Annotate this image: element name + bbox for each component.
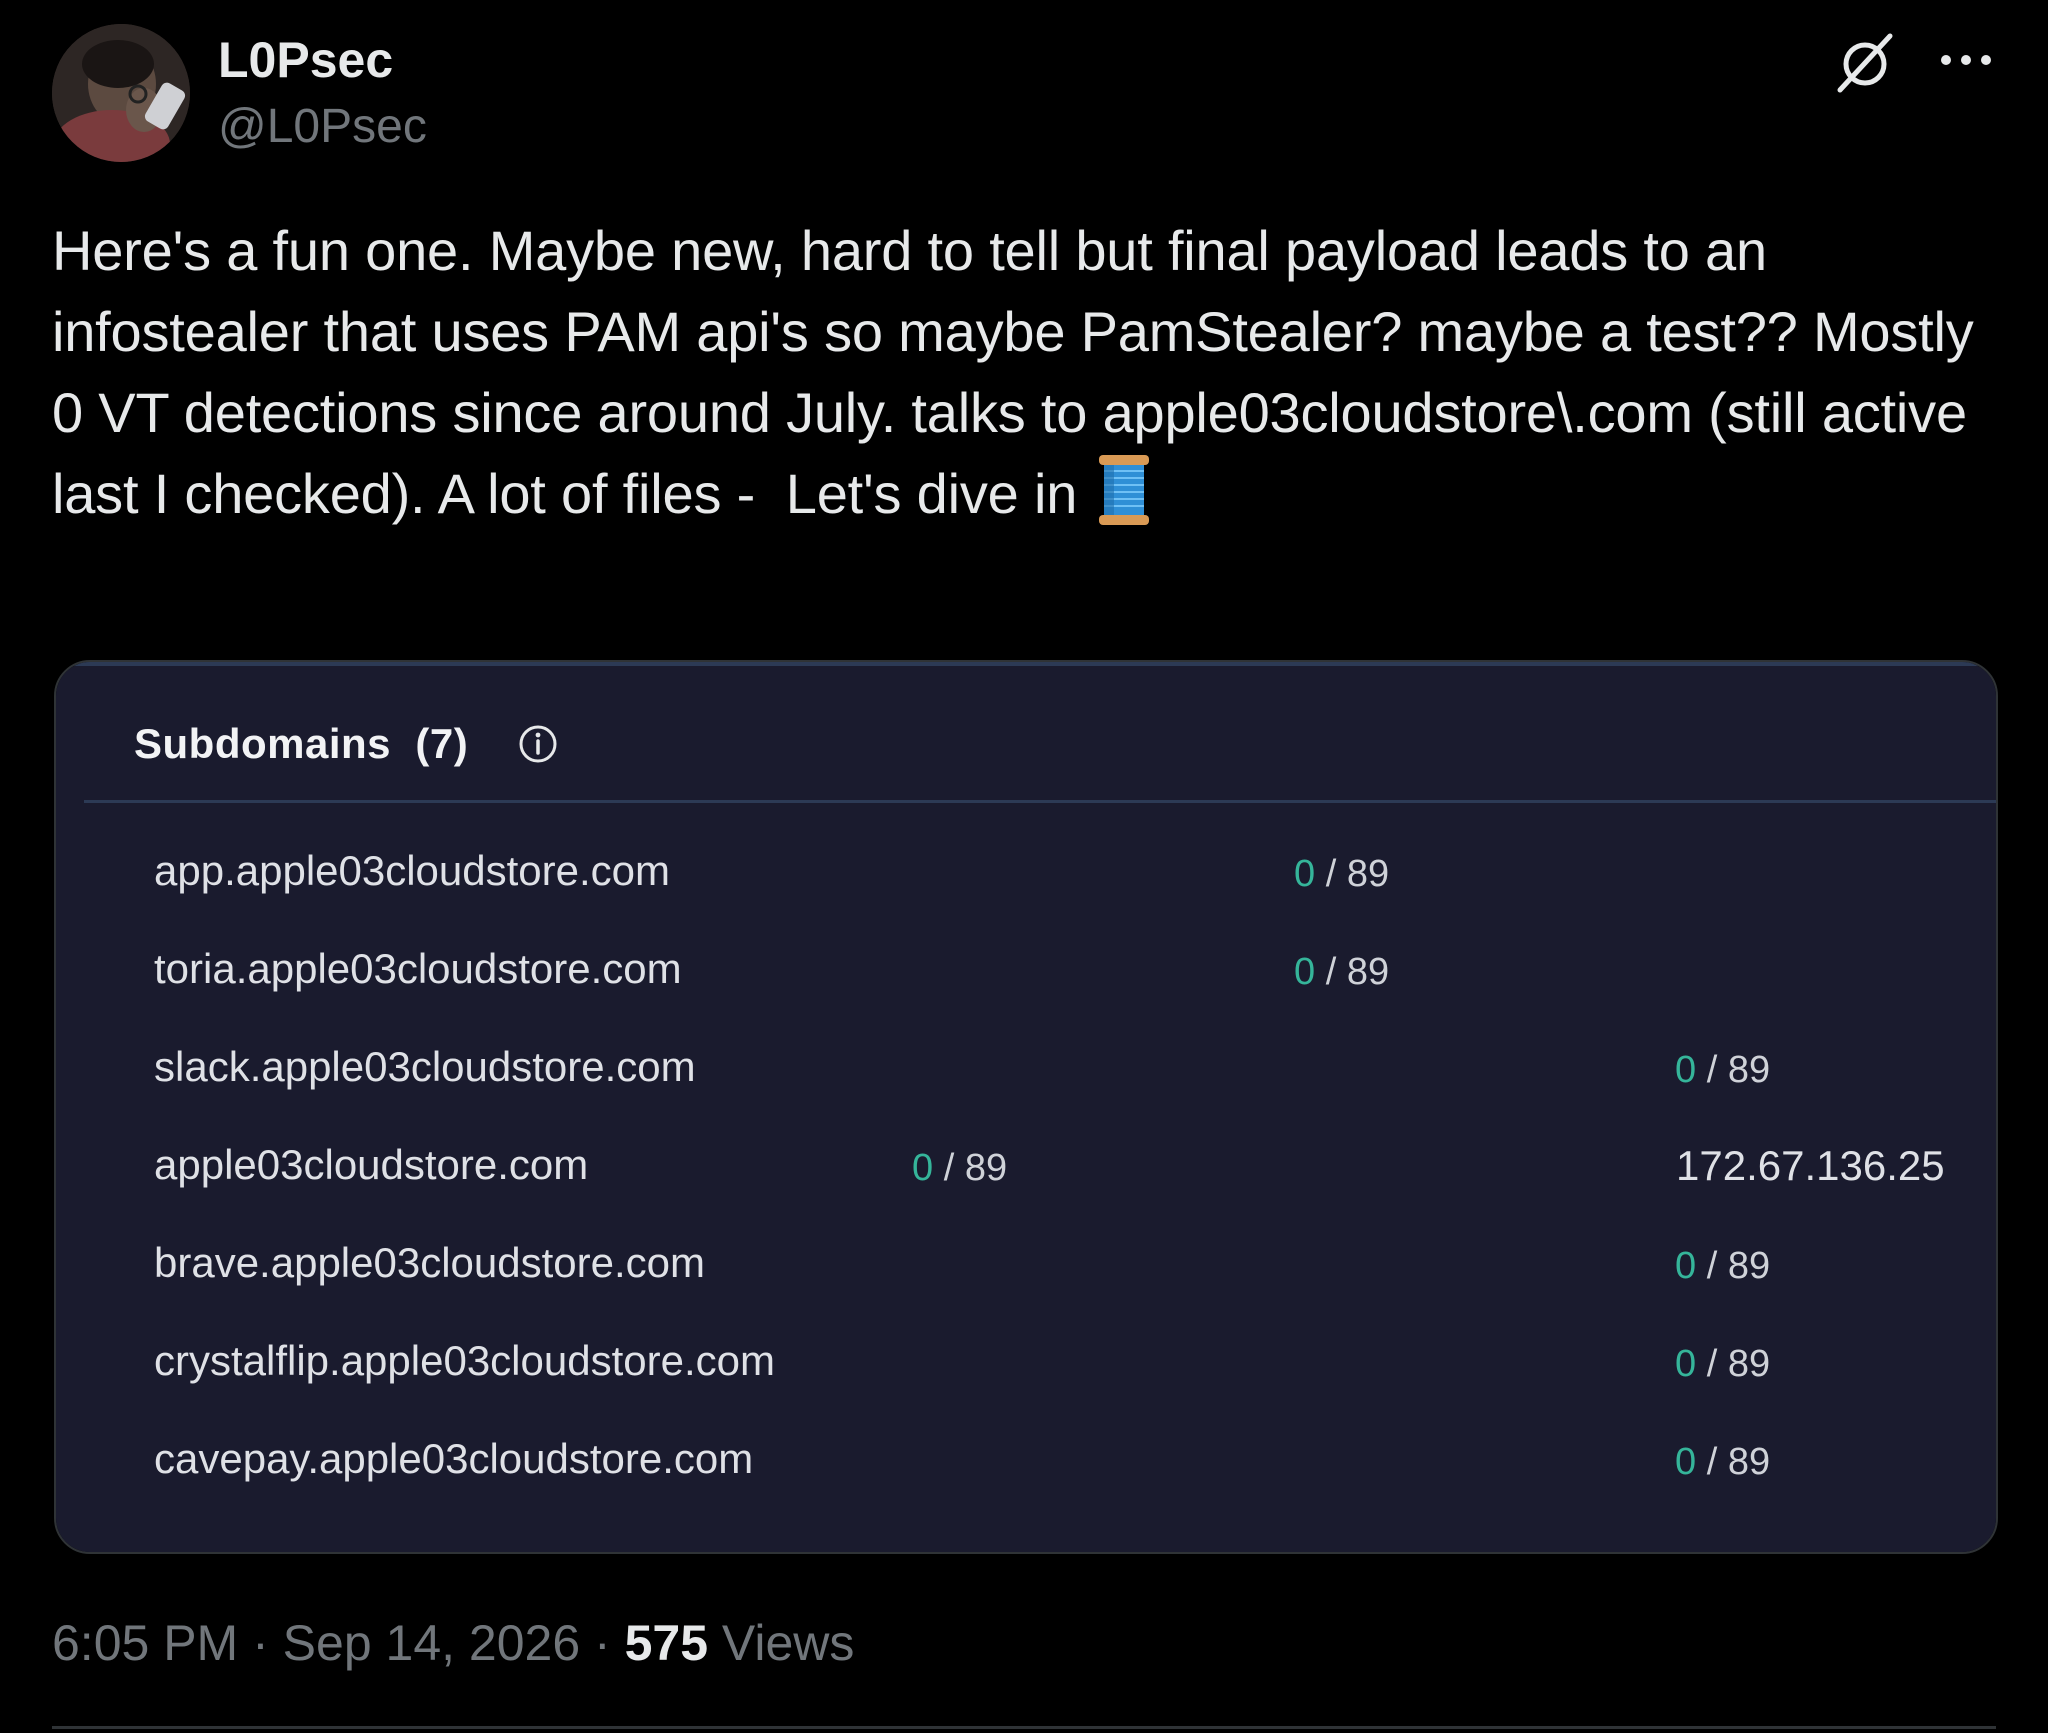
tweet-date[interactable]: Sep 14, 2026 (283, 1615, 581, 1671)
subdomains-count: (7) (415, 720, 469, 767)
table-row[interactable]: cavepay.apple03cloudstore.com 0 / 89 (56, 1411, 1996, 1509)
grok-icon[interactable] (1832, 30, 1898, 96)
subdomains-title: Subdomains (134, 720, 392, 767)
avatar-photo (52, 24, 190, 162)
subdomain-link[interactable]: cavepay.apple03cloudstore.com (154, 1429, 753, 1489)
detection-score: 0 / 89 (1675, 1441, 1771, 1483)
divider (52, 1726, 1996, 1729)
table-row[interactable]: brave.apple03cloudstore.com 0 / 89 (56, 1215, 1996, 1313)
subdomain-link[interactable]: apple03cloudstore.com (154, 1135, 588, 1195)
subdomain-link[interactable]: slack.apple03cloudstore.com (154, 1037, 696, 1097)
subdomain-link[interactable]: app.apple03cloudstore.com (154, 841, 670, 901)
subdomains-heading: Subdomains (7) (134, 716, 468, 772)
subdomain-link[interactable]: toria.apple03cloudstore.com (154, 939, 682, 999)
tweet-time[interactable]: 6:05 PM (52, 1615, 238, 1671)
table-row[interactable]: app.apple03cloudstore.com 0 / 89 (56, 823, 1996, 921)
detection-score: 0 / 89 (1675, 1049, 1771, 1091)
detection-score: 0 / 89 (1294, 853, 1390, 895)
info-icon[interactable] (516, 722, 560, 766)
views-label: Views (708, 1615, 855, 1671)
tweet-text: Here's a fun one. Maybe new, hard to tel… (52, 210, 1982, 534)
more-icon[interactable] (1938, 48, 1994, 72)
avatar[interactable] (52, 24, 190, 162)
handle[interactable]: @L0Psec (218, 98, 427, 156)
table-row[interactable]: apple03cloudstore.com 0 / 89 172.67.136.… (56, 1117, 1996, 1215)
spool-of-thread-emoji (1095, 453, 1153, 527)
divider (84, 800, 1996, 803)
tweet-metadata: 6:05 PM · Sep 14, 2026 · 575 Views (52, 1615, 855, 1671)
subdomain-link[interactable]: brave.apple03cloudstore.com (154, 1233, 705, 1293)
display-name[interactable]: L0Psec (218, 30, 393, 90)
table-row[interactable]: slack.apple03cloudstore.com 0 / 89 (56, 1019, 1996, 1117)
subdomain-link[interactable]: crystalflip.apple03cloudstore.com (154, 1331, 775, 1391)
table-row[interactable]: crystalflip.apple03cloudstore.com 0 / 89 (56, 1313, 1996, 1411)
subdomains-card[interactable]: Subdomains (7) app.apple03cloudstore.com… (54, 660, 1998, 1554)
detection-score: 0 / 89 (1294, 951, 1390, 993)
detection-score: 0 / 89 (912, 1147, 1008, 1189)
ip-address[interactable]: 172.67.136.25 (1676, 1137, 1945, 1195)
tweet: L0Psec @L0Psec Here's a fun one. Maybe n… (0, 0, 2048, 1733)
subdomains-panel: Subdomains (7) app.apple03cloudstore.com… (56, 662, 1996, 1552)
tweet-text-body: Here's a fun one. Maybe new, hard to tel… (52, 219, 1989, 525)
detection-score: 0 / 89 (1675, 1245, 1771, 1287)
table-row[interactable]: toria.apple03cloudstore.com 0 / 89 (56, 921, 1996, 1019)
views-count[interactable]: 575 (625, 1615, 708, 1671)
detection-score: 0 / 89 (1675, 1343, 1771, 1385)
